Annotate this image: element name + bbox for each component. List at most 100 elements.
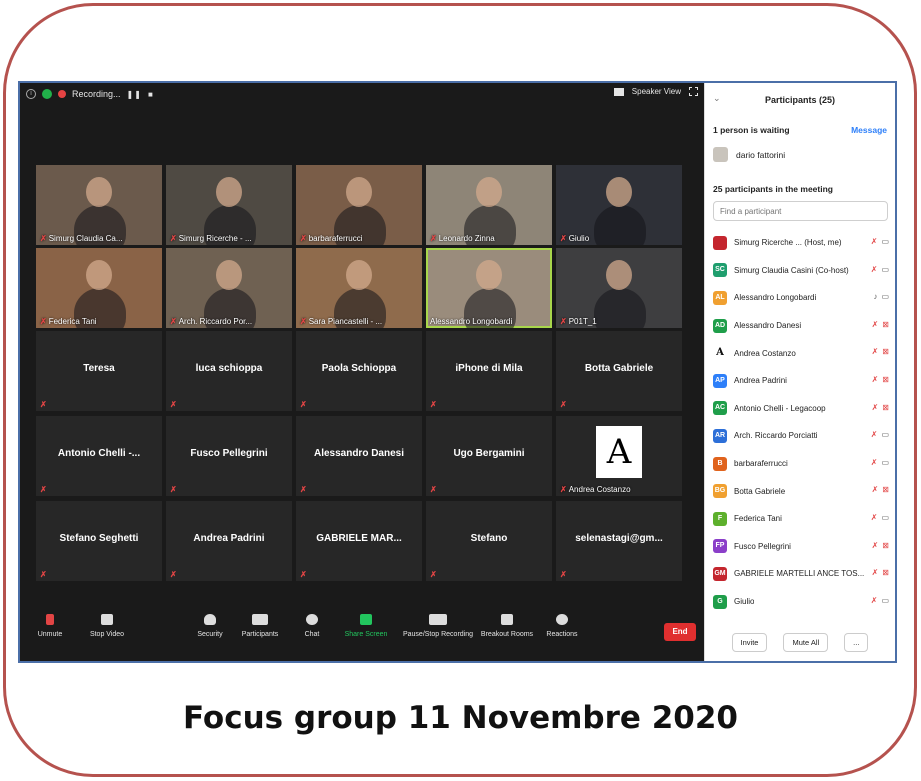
mic-muted-icon[interactable]: ✗ (871, 513, 878, 522)
mic-muted-icon[interactable]: ✗ (872, 485, 879, 494)
participants-button[interactable]: Participants (238, 614, 282, 638)
participant-row[interactable]: SC Simurg Claudia Casini (Co-host) ✗ ▭ (713, 257, 891, 285)
reactions-button[interactable]: Reactions (544, 614, 580, 638)
video-tile[interactable]: Ugo Bergamini ✗ (426, 416, 552, 496)
participant-head (86, 260, 112, 290)
video-tile[interactable]: Paola Schioppa ✗ (296, 331, 422, 411)
video-tile[interactable]: GABRIELE MAR... ✗ (296, 501, 422, 581)
mic-muted-icon[interactable]: ✗ (871, 596, 878, 605)
camera-off-icon[interactable]: ⊠ (882, 320, 889, 329)
pause-stop-recording-button[interactable]: Pause/Stop Recording (400, 614, 476, 638)
participant-silhouette (594, 205, 646, 245)
video-tile[interactable]: selenastagi@gm... ✗ (556, 501, 682, 581)
participant-row[interactable]: AP Andrea Padrini ✗ ⊠ (713, 367, 891, 395)
panel-title: Participants (25) (764, 95, 836, 105)
mic-muted-icon[interactable]: ✗ (872, 320, 879, 329)
video-tile[interactable]: Alessandro Danesi ✗ (296, 416, 422, 496)
security-label: Security (197, 631, 223, 638)
mic-muted-icon[interactable]: ✗ (872, 375, 879, 384)
video-tile[interactable]: luca schioppa ✗ (166, 331, 292, 411)
end-button[interactable]: End (664, 623, 696, 641)
video-tile[interactable]: ✗ Federica Tani (36, 248, 162, 328)
mic-icon[interactable]: ♪ (873, 292, 877, 301)
video-tile[interactable]: Stefano Seghetti ✗ (36, 501, 162, 581)
participant-row[interactable]: Simurg Ricerche ... (Host, me) ✗ ▭ (713, 229, 891, 257)
camera-off-icon[interactable]: ⊠ (882, 541, 889, 550)
shield-icon[interactable] (42, 89, 52, 99)
mic-muted-icon[interactable]: ✗ (872, 347, 879, 356)
video-tile[interactable]: Andrea Padrini ✗ (166, 501, 292, 581)
stop-recording-icon[interactable]: ■ (148, 90, 154, 99)
video-tile[interactable]: Fusco Pellegrini ✗ (166, 416, 292, 496)
participant-status-icons: ✗ ⊠ (872, 485, 889, 494)
participant-row[interactable]: AR Arch. Riccardo Porciatti ✗ ▭ (713, 422, 891, 450)
video-tile[interactable]: Antonio Chelli -... ✗ (36, 416, 162, 496)
camera-off-icon[interactable]: ⊠ (882, 568, 889, 577)
video-tile[interactable]: ✗ Sara Piancastelli - ... (296, 248, 422, 328)
camera-icon[interactable]: ▭ (881, 430, 889, 439)
camera-off-icon[interactable]: ⊠ (882, 403, 889, 412)
video-tile[interactable]: Alessandro Longobardi (426, 248, 552, 328)
camera-off-icon[interactable]: ⊠ (882, 347, 889, 356)
mic-muted-icon[interactable]: ✗ (872, 541, 879, 550)
participant-row[interactable]: FP Fusco Pellegrini ✗ ⊠ (713, 533, 891, 561)
camera-icon[interactable]: ▭ (881, 458, 889, 467)
more-button[interactable]: ... (844, 633, 869, 652)
breakout-rooms-button[interactable]: Breakout Rooms (478, 614, 536, 638)
video-tile[interactable]: ✗ Giulio (556, 165, 682, 245)
participant-row[interactable]: Bbarbaraferrucci ✗ ▭ (713, 450, 891, 478)
share-screen-button[interactable]: Share Screen (342, 614, 390, 638)
participant-row[interactable]: A Andrea Costanzo ✗ ⊠ (713, 339, 891, 367)
participant-status-icons: ✗ ⊠ (872, 541, 889, 550)
reactions-icon (556, 614, 568, 625)
video-tile[interactable]: Teresa ✗ (36, 331, 162, 411)
search-input[interactable] (713, 201, 888, 221)
participant-row[interactable]: F Federica Tani ✗ ▭ (713, 505, 891, 533)
video-tile[interactable]: ✗ Simurg Claudia Ca... (36, 165, 162, 245)
fullscreen-icon[interactable] (689, 87, 698, 96)
invite-button[interactable]: Invite (731, 633, 768, 652)
mic-muted-icon[interactable]: ✗ (872, 403, 879, 412)
video-tile[interactable]: Botta Gabriele ✗ (556, 331, 682, 411)
stop-video-button[interactable]: Stop Video (82, 614, 132, 638)
camera-icon[interactable]: ▭ (881, 513, 889, 522)
video-tile[interactable]: ✗ Leonardo Zinna (426, 165, 552, 245)
participant-row[interactable]: AD Alessandro Danesi ✗ ⊠ (713, 312, 891, 340)
speaker-view-toggle[interactable]: Speaker View (613, 87, 698, 96)
camera-icon[interactable]: ▭ (881, 292, 889, 301)
camera-icon[interactable]: ▭ (881, 237, 889, 246)
camera-off-icon[interactable]: ⊠ (882, 485, 889, 494)
mic-muted-icon[interactable]: ✗ (871, 265, 878, 274)
video-tile[interactable]: ✗ Simurg Ricerche - ... (166, 165, 292, 245)
video-tile[interactable]: iPhone di Mila ✗ (426, 331, 552, 411)
participant-row[interactable]: G Giulio ✗ ▭ (713, 588, 891, 616)
participant-row[interactable]: AC Antonio Chelli - Legacoop ✗ ⊠ (713, 395, 891, 423)
pause-recording-icon[interactable]: ❚❚ (127, 90, 142, 99)
video-tile[interactable]: ✗ Arch. Riccardo Por... (166, 248, 292, 328)
mic-muted-icon[interactable]: ✗ (871, 458, 878, 467)
participant-row[interactable]: BG Botta Gabriele ✗ ⊠ (713, 477, 891, 505)
message-button[interactable]: Message (851, 125, 887, 135)
avatar: AR (713, 428, 727, 443)
info-icon[interactable]: i (26, 89, 36, 99)
camera-off-icon[interactable]: ⊠ (882, 375, 889, 384)
unmute-button[interactable]: Unmute (30, 614, 70, 638)
mic-muted-icon: ✗ (300, 485, 307, 494)
tile-name: Alessandro Longobardi (430, 317, 513, 326)
security-button[interactable]: Security (192, 614, 228, 638)
waiting-participant[interactable]: dario fattorini (713, 147, 785, 162)
video-tile[interactable]: ✗ barbaraferrucci (296, 165, 422, 245)
video-tile[interactable]: Stefano ✗ (426, 501, 552, 581)
participant-row[interactable]: GM GABRIELE MARTELLI ANCE TOS... ✗ ⊠ (713, 560, 891, 588)
mic-muted-icon[interactable]: ✗ (871, 430, 878, 439)
mic-muted-icon[interactable]: ✗ (872, 568, 879, 577)
video-tile[interactable]: A ✗ Andrea Costanzo (556, 416, 682, 496)
participant-row[interactable]: AL Alessandro Longobardi ♪ ▭ (713, 284, 891, 312)
mute-all-button[interactable]: Mute All (783, 633, 829, 652)
camera-icon[interactable]: ▭ (881, 596, 889, 605)
camera-icon[interactable]: ▭ (881, 265, 889, 274)
video-tile[interactable]: ✗ P01T_1 (556, 248, 682, 328)
chat-button[interactable]: Chat (300, 614, 324, 638)
tile-name: GABRIELE MAR... (316, 533, 402, 544)
mic-muted-icon[interactable]: ✗ (871, 237, 878, 246)
